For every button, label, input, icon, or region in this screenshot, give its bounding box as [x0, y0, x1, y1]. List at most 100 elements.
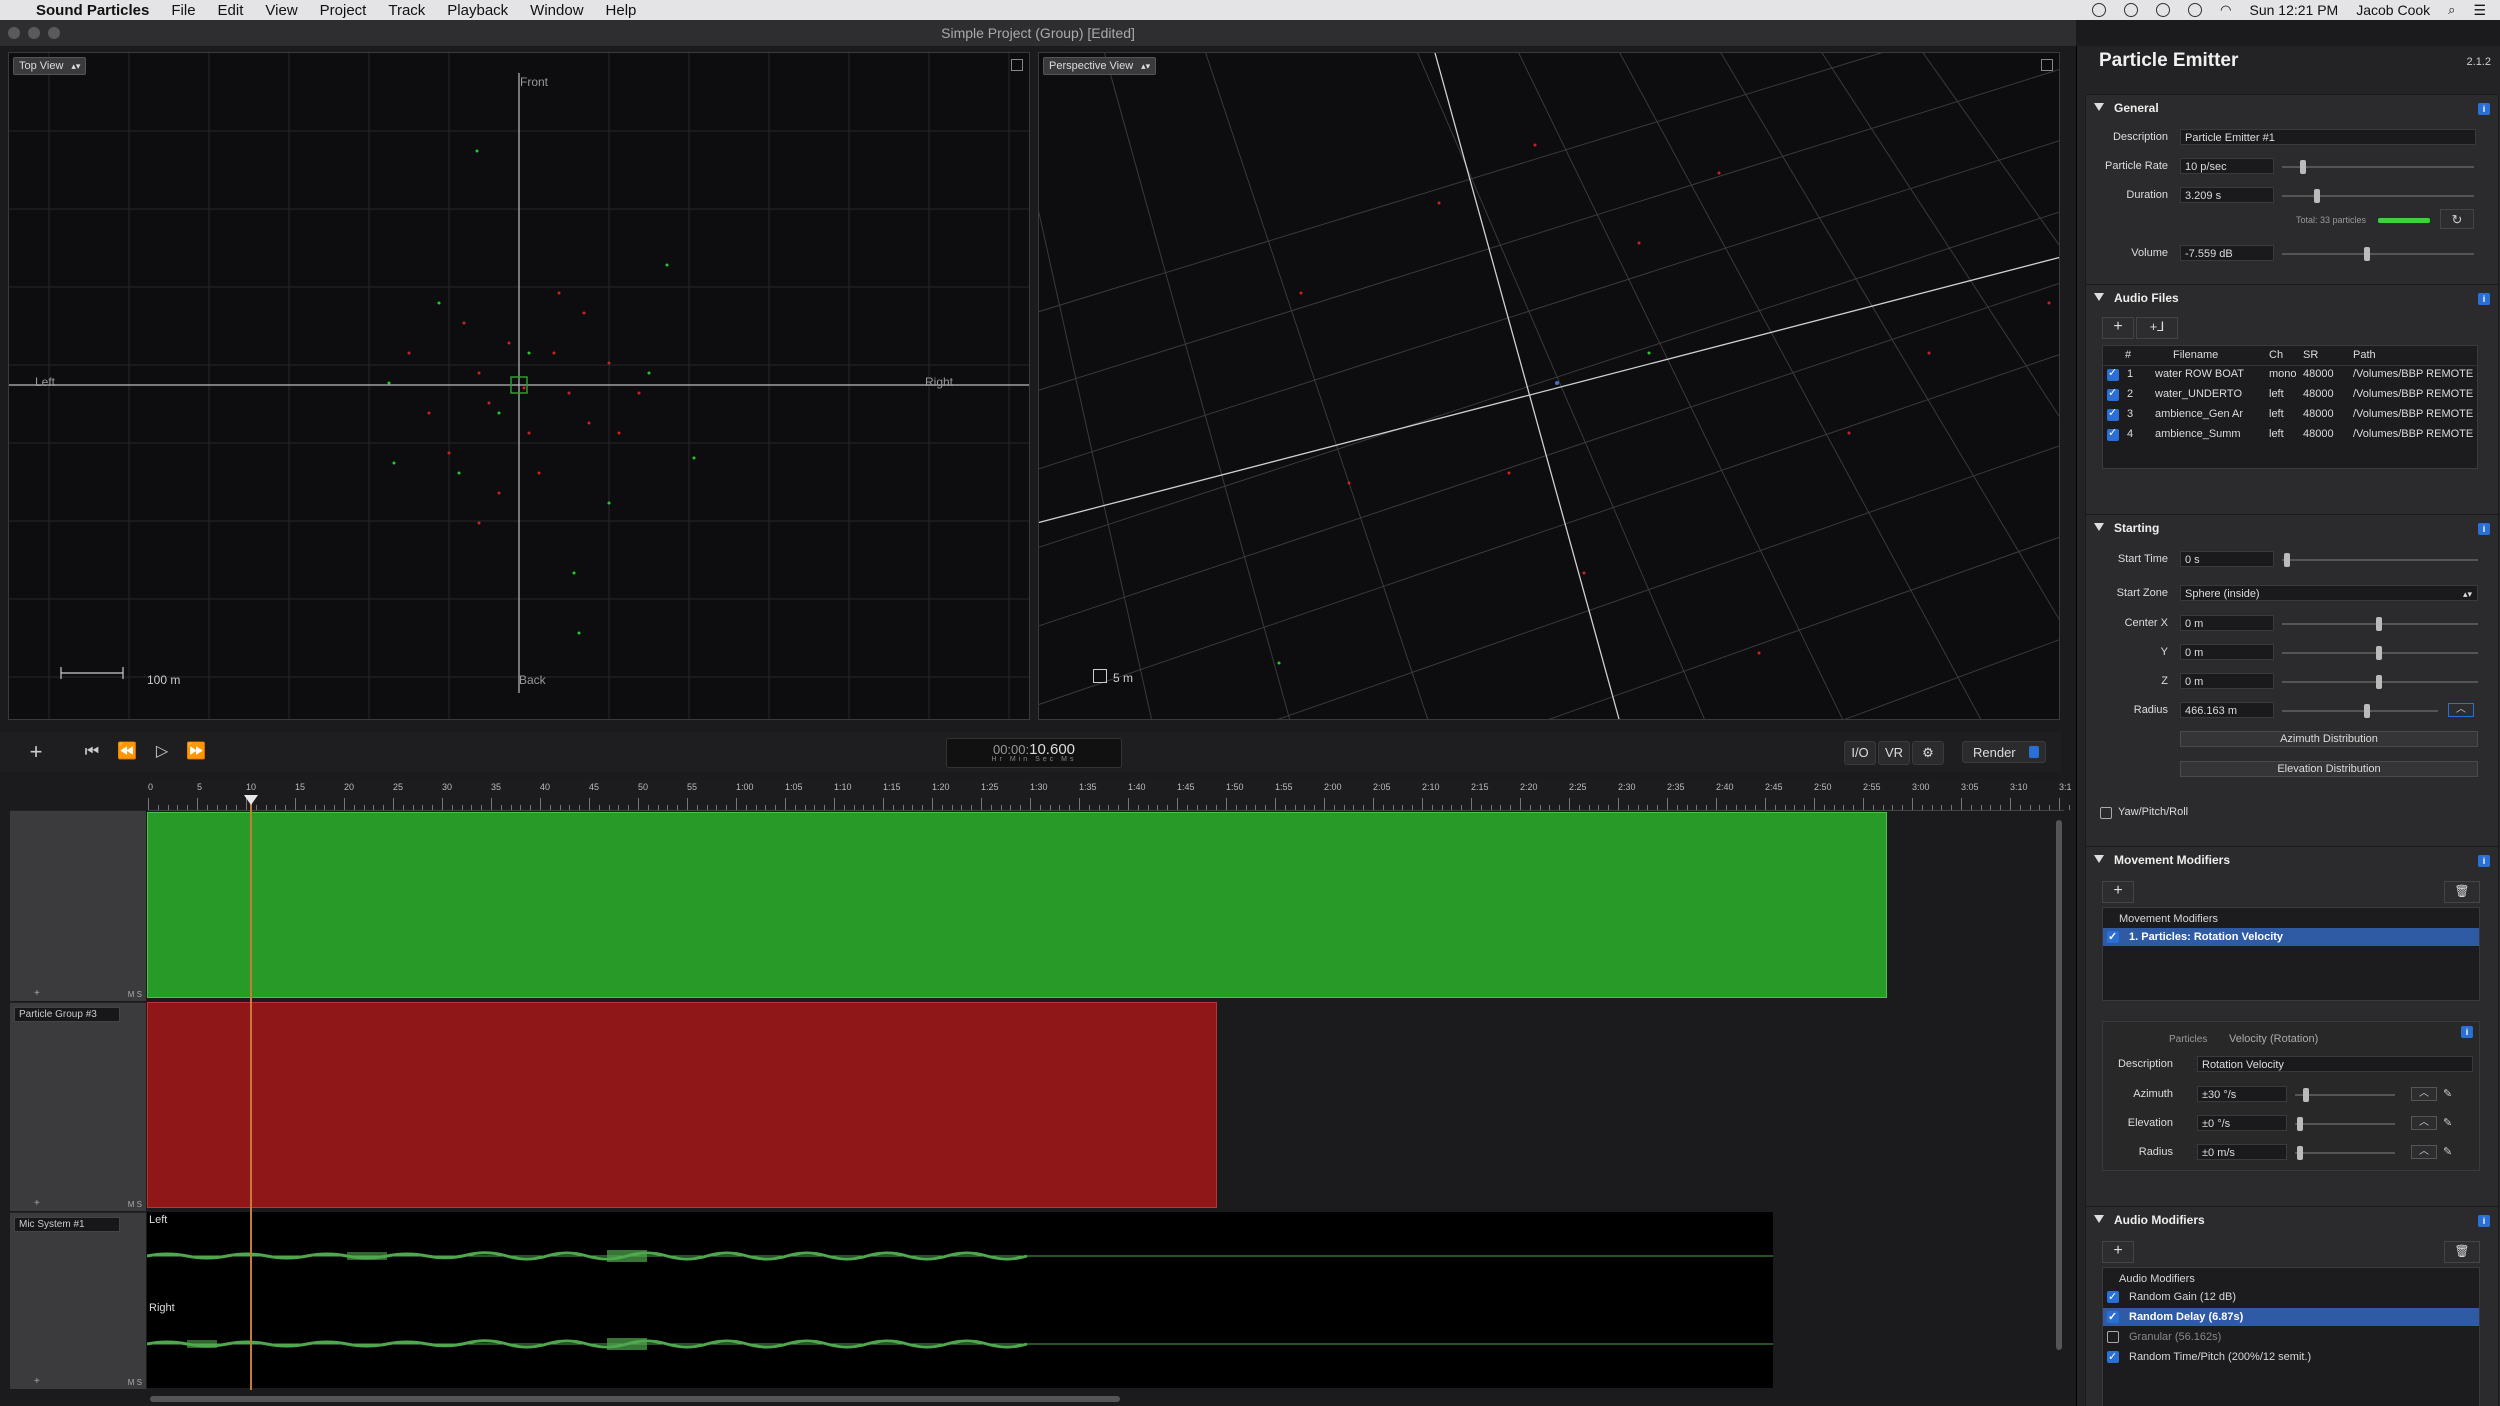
modifier-description-field[interactable]: Rotation Velocity — [2197, 1056, 2473, 1072]
app-menu[interactable]: Sound Particles — [36, 2, 149, 19]
audio-files-section-header[interactable]: Audio Files i — [2086, 285, 2498, 313]
menu-edit[interactable]: Edit — [218, 2, 244, 19]
column-header[interactable]: SR — [2303, 349, 2318, 361]
add-track-button[interactable]: + — [26, 741, 46, 763]
perspective-view-viewport[interactable]: Perspective View ▴▾ 5 m — [1038, 52, 2060, 720]
modifier-enabled-checkbox[interactable] — [2107, 928, 2119, 946]
file-enabled-checkbox[interactable] — [2107, 386, 2119, 401]
perspective-scale-checkbox[interactable] — [1093, 669, 1107, 683]
slider-knob[interactable] — [2303, 1088, 2309, 1102]
list-item[interactable]: 1. Particles: Rotation Velocity — [2103, 928, 2479, 946]
duration-slider[interactable] — [2282, 189, 2474, 203]
elevation-slider[interactable] — [2295, 1117, 2395, 1131]
volume-slider[interactable] — [2282, 247, 2474, 261]
list-item[interactable]: Random Gain (12 dB) — [2103, 1288, 2479, 1306]
timeline-horizontal-scrollbar[interactable] — [150, 1396, 1120, 1402]
modifier-enabled-checkbox[interactable] — [2107, 1308, 2119, 1326]
track-mute-solo-icon[interactable]: M S — [128, 990, 142, 999]
pencil-icon[interactable]: ✎ — [2443, 1087, 2452, 1100]
disclosure-triangle-icon[interactable] — [2094, 855, 2104, 863]
top-view-mode-select[interactable]: Top View ▴▾ — [13, 57, 87, 75]
volume-field[interactable]: -7.559 dB — [2180, 245, 2274, 261]
disclosure-triangle-icon[interactable] — [2094, 103, 2104, 111]
info-icon[interactable]: i — [2478, 523, 2490, 535]
table-row[interactable]: 1 water ROW BOAT mono 48000 /Volumes/BBP… — [2103, 365, 2477, 384]
spotlight-icon[interactable]: ⌕ — [2448, 2, 2455, 18]
list-item[interactable]: Granular (56.162s) — [2103, 1328, 2479, 1346]
menu-help[interactable]: Help — [606, 2, 637, 19]
fast-forward-button[interactable]: ⏩ — [184, 742, 208, 762]
table-row[interactable]: 2 water_UNDERTO left 48000 /Volumes/BBP … — [2103, 385, 2477, 404]
movement-section-header[interactable]: Movement Modifiers i — [2086, 847, 2498, 875]
menu-project[interactable]: Project — [320, 2, 367, 19]
wifi-icon[interactable]: ◠ — [2220, 2, 2231, 18]
movement-modifiers-list[interactable]: Movement Modifiers 1. Particles: Rotatio… — [2102, 907, 2480, 1001]
track-add-icon[interactable]: + — [34, 988, 40, 999]
track-header[interactable]: Particle Group #3 + M S — [10, 1002, 146, 1211]
starting-section-header[interactable]: Starting i — [2086, 515, 2498, 543]
center-y-slider[interactable] — [2282, 646, 2478, 660]
slider-knob[interactable] — [2300, 160, 2306, 174]
play-button[interactable]: ▷ — [152, 742, 172, 762]
duration-field[interactable]: 3.209 s — [2180, 187, 2274, 203]
minimize-window-button[interactable] — [28, 27, 40, 39]
slider-knob[interactable] — [2364, 247, 2370, 261]
modifier-enabled-checkbox[interactable] — [2107, 1348, 2119, 1366]
modifier-enabled-checkbox[interactable] — [2107, 1288, 2119, 1306]
slider-knob[interactable] — [2364, 704, 2370, 718]
center-z-field[interactable]: 0 m — [2180, 673, 2274, 689]
bluetooth-icon[interactable] — [2188, 3, 2203, 17]
playhead[interactable] — [250, 795, 252, 1390]
info-icon[interactable]: i — [2478, 1215, 2490, 1227]
audio-files-table[interactable]: # Filename Ch SR Path 1 water ROW BOAT m… — [2102, 345, 2478, 469]
mic-system-clip[interactable]: Left Right — [147, 1212, 1773, 1388]
audio-modifiers-list[interactable]: Audio Modifiers Random Gain (12 dB) Rand… — [2102, 1267, 2480, 1406]
disclosure-triangle-icon[interactable] — [2094, 1215, 2104, 1223]
list-item[interactable]: Random Delay (6.87s) — [2103, 1308, 2479, 1326]
column-header[interactable]: # — [2125, 349, 2131, 361]
info-icon[interactable]: i — [2478, 103, 2490, 115]
delete-movement-modifier-button[interactable]: 🗑 — [2444, 881, 2480, 903]
refresh-button[interactable]: ↻ — [2440, 209, 2474, 229]
start-time-field[interactable]: 0 s — [2180, 551, 2274, 567]
menu-view[interactable]: View — [265, 2, 297, 19]
velocity-radius-field[interactable]: ±0 m/s — [2197, 1144, 2287, 1160]
track-mute-solo-icon[interactable]: M S — [128, 1200, 142, 1209]
column-header[interactable]: Path — [2353, 349, 2376, 361]
particle-rate-slider[interactable] — [2282, 160, 2474, 174]
menu-user[interactable]: Jacob Cook — [2356, 2, 2430, 18]
azimuth-slider[interactable] — [2295, 1088, 2395, 1102]
slider-knob[interactable] — [2376, 617, 2382, 631]
disclosure-triangle-icon[interactable] — [2094, 293, 2104, 301]
cast-icon[interactable] — [2092, 3, 2107, 17]
add-audio-folder-button[interactable]: +⅃ — [2136, 317, 2178, 339]
general-section-header[interactable]: General i — [2086, 95, 2498, 123]
track-add-icon[interactable]: + — [34, 1376, 40, 1387]
radius-envelope-button[interactable]: ︿ — [2448, 703, 2474, 717]
timeline-ruler[interactable]: 0 5 10 15 20 25 30 35 40 45 50 55 1:00 1:05 1:10 1:15 1:… — [148, 780, 2100, 811]
slider-knob[interactable] — [2297, 1117, 2303, 1131]
pencil-icon[interactable]: ✎ — [2443, 1145, 2452, 1158]
table-row[interactable]: 3 ambience_Gen Ar left 48000 /Volumes/BB… — [2103, 405, 2477, 424]
info-icon[interactable]: i — [2478, 293, 2490, 305]
radius-envelope-button[interactable]: ︿ — [2411, 1145, 2437, 1159]
track-name[interactable]: Particle Group #3 — [14, 1007, 120, 1022]
expand-icon[interactable] — [2041, 59, 2053, 71]
azimuth-distribution-button[interactable]: Azimuth Distribution — [2180, 731, 2478, 747]
slider-knob[interactable] — [2376, 646, 2382, 660]
track-add-icon[interactable]: + — [34, 1198, 40, 1209]
file-enabled-checkbox[interactable] — [2107, 366, 2119, 381]
particle-emitter-clip[interactable] — [147, 812, 1887, 998]
center-y-field[interactable]: 0 m — [2180, 644, 2274, 660]
column-header[interactable]: Filename — [2173, 349, 2218, 361]
slider-knob[interactable] — [2376, 675, 2382, 689]
add-audio-file-button[interactable]: + — [2102, 317, 2134, 339]
center-z-slider[interactable] — [2282, 675, 2478, 689]
velocity-radius-slider[interactable] — [2295, 1146, 2395, 1160]
elevation-distribution-button[interactable]: Elevation Distribution — [2180, 761, 2478, 777]
io-button[interactable]: I/O — [1844, 741, 1876, 765]
add-movement-modifier-button[interactable]: + — [2102, 881, 2134, 903]
menu-track[interactable]: Track — [388, 2, 425, 19]
menu-file[interactable]: File — [171, 2, 195, 19]
radius-slider[interactable] — [2282, 704, 2438, 718]
